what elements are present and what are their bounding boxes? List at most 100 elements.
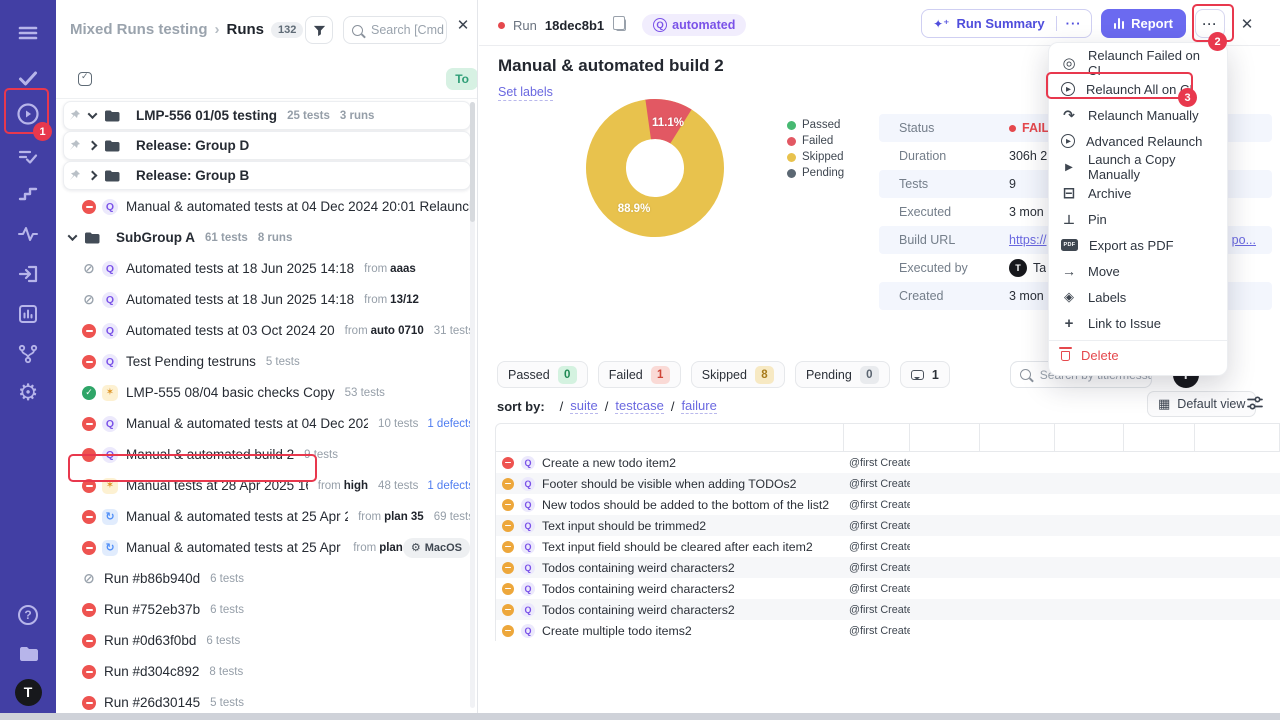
comments-chip[interactable]: 1 [899, 361, 950, 388]
table-column-header[interactable] [980, 424, 1055, 451]
table-column-header[interactable] [1055, 424, 1124, 451]
status-filter-chip[interactable]: Failed 1 [597, 361, 681, 388]
menu-item[interactable]: Launch a Copy Manually [1049, 152, 1227, 182]
menu-icon[interactable] [0, 18, 56, 48]
close-search-icon[interactable]: ✕ [452, 14, 474, 36]
table-column-header[interactable] [1195, 424, 1280, 451]
run-summary-more-button[interactable]: ··· [1055, 16, 1091, 31]
breadcrumb-project[interactable]: Mixed Runs testing [70, 21, 208, 38]
test-title-cell: Todos containing weird characters2 [496, 581, 844, 596]
close-panel-icon[interactable]: ✕ [1237, 14, 1257, 34]
workflows-branch-icon[interactable] [0, 339, 56, 369]
build-url-tail-link[interactable]: po... [1232, 233, 1256, 247]
projects-folder-icon[interactable] [0, 639, 56, 669]
chevron-icon[interactable] [67, 231, 78, 242]
runs-search[interactable] [343, 16, 447, 44]
settings-gear-icon[interactable]: ⚙ [0, 377, 56, 407]
column-settings-icon[interactable] [1246, 394, 1264, 412]
table-row[interactable]: Todos containing weird characters2 @firs… [496, 578, 1280, 599]
run-status-dot [498, 21, 505, 29]
list-item[interactable]: Manual & automated build 2 9 tests [56, 439, 477, 470]
list-item[interactable]: Manual & automated tests at 25 Apr 2025 … [56, 501, 477, 532]
list-item[interactable]: Automated tests at 03 Oct 2024 20:25 fro… [56, 315, 477, 346]
list-item[interactable]: Release: Group D [63, 131, 471, 160]
run-meta: 9 tests [304, 448, 339, 461]
menu-item[interactable]: Relaunch All on CI [1049, 76, 1227, 102]
chevron-icon[interactable] [87, 170, 98, 181]
list-item[interactable]: Run #752eb37b 6 tests [56, 594, 477, 625]
list-item[interactable]: Run #d304c892 8 tests [56, 656, 477, 687]
run-defects-link[interactable]: 1 defects [427, 418, 474, 430]
status-filter-chip[interactable]: Skipped 8 [690, 361, 785, 388]
sort-option-link[interactable]: / testcase [598, 398, 664, 414]
menu-item[interactable]: Relaunch Failed on CI [1049, 48, 1227, 78]
table-row[interactable]: Todos containing weird characters2 @firs… [496, 557, 1280, 578]
breadcrumb-section[interactable]: Runs [227, 21, 265, 38]
run-defects-link[interactable]: 1 defects [427, 480, 474, 492]
toggle-pill[interactable]: To [446, 68, 477, 90]
list-item[interactable]: Automated tests at 18 Jun 2025 14:18 fro… [56, 253, 477, 284]
list-item[interactable]: Release: Group B [63, 161, 471, 190]
run-title: Manual tests at 28 Apr 2025 16:50 [126, 478, 308, 493]
list-item[interactable]: Test Pending testruns 5 tests [56, 346, 477, 377]
filter-button[interactable] [305, 16, 333, 44]
skipped-slice-label: 88.9% [617, 203, 651, 215]
menu-item[interactable]: Move [1049, 258, 1227, 284]
table-row[interactable]: Footer should be visible when adding TOD… [496, 473, 1280, 494]
table-column-header[interactable] [910, 424, 980, 451]
reports-chart-icon[interactable] [0, 299, 56, 329]
table-row[interactable]: Text input should be trimmed2 @first Cre… [496, 515, 1280, 536]
status-filter-chip[interactable]: Passed 0 [497, 361, 588, 388]
table-row[interactable]: Todos containing weird characters2 @firs… [496, 599, 1280, 620]
default-view-button[interactable]: ▦ Default view [1147, 391, 1257, 417]
run-summary-button[interactable]: ✦⁺ Run Summary ··· [921, 9, 1092, 38]
table-column-header[interactable] [496, 424, 844, 451]
table-row[interactable]: Text input field should be cleared after… [496, 536, 1280, 557]
copy-icon[interactable] [612, 15, 627, 31]
chevron-icon[interactable] [87, 140, 98, 151]
list-item[interactable]: Manual & automated tests at 04 Dec 2024 … [56, 408, 477, 439]
runs-scrollbar[interactable] [470, 102, 475, 708]
list-item[interactable]: Manual & automated tests at 04 Dec 2024 … [56, 191, 477, 222]
menu-item[interactable]: Advanced Relaunch [1049, 128, 1227, 154]
table-column-header[interactable] [1124, 424, 1195, 451]
status-filter-chip[interactable]: Pending 0 [794, 361, 890, 388]
table-row[interactable]: Create multiple todo items2 @first Creat… [496, 620, 1280, 641]
table-column-header[interactable] [844, 424, 910, 451]
annotation-badge-1: 1 [33, 122, 52, 141]
list-item[interactable]: Automated tests at 18 Jun 2025 14:18 fro… [56, 284, 477, 315]
list-item[interactable]: Run #b86b940d 6 tests [56, 563, 477, 594]
sort-option-link[interactable]: / failure [664, 398, 717, 414]
list-item[interactable]: Manual & automated tests at 25 Apr 2025 … [56, 532, 477, 563]
menu-item[interactable]: Labels [1049, 284, 1227, 310]
menu-item[interactable]: Delete [1049, 340, 1227, 368]
table-row[interactable]: New todos should be added to the bottom … [496, 494, 1280, 515]
tests-check-icon[interactable] [0, 63, 56, 93]
sort-option-link[interactable]: / suite [553, 398, 598, 414]
set-labels-link[interactable]: Set labels [498, 85, 553, 101]
list-item[interactable]: SubGroup A 61 tests 8 runs [56, 222, 477, 253]
table-row[interactable]: Create a new todo item2 @first Create ..… [496, 452, 1280, 473]
list-item[interactable]: Run #26d30145 5 tests [56, 687, 477, 713]
menu-item[interactable]: Archive [1049, 180, 1227, 206]
chevron-icon[interactable] [87, 109, 98, 120]
automated-tag[interactable]: Q automated [642, 14, 747, 36]
test-cases-icon[interactable] [0, 142, 56, 172]
menu-item[interactable]: Pin [1049, 206, 1227, 232]
select-runs-icon[interactable] [78, 71, 92, 86]
help-icon[interactable]: ? [0, 600, 56, 630]
workspace-avatar[interactable]: T [0, 677, 56, 707]
report-button[interactable]: Report [1100, 9, 1186, 38]
runs-search-input[interactable] [369, 22, 446, 38]
import-icon[interactable] [0, 259, 56, 289]
list-item[interactable]: LMP-556 01/05 testing 25 tests 3 runs [63, 101, 471, 130]
menu-item[interactable]: Link to Issue [1049, 310, 1227, 336]
menu-item[interactable]: Export as PDF [1049, 232, 1227, 258]
list-item[interactable]: LMP-555 08/04 basic checks Copy 53 tests [56, 377, 477, 408]
activity-pulse-icon[interactable] [0, 219, 56, 249]
steps-icon[interactable] [0, 178, 56, 208]
list-item[interactable]: Run #0d63f0bd 6 tests [56, 625, 477, 656]
list-item[interactable]: Manual tests at 28 Apr 2025 16:50 fromhi… [56, 470, 477, 501]
run-title: LMP-555 08/04 basic checks Copy [126, 385, 335, 400]
menu-item[interactable]: Relaunch Manually [1049, 102, 1227, 128]
